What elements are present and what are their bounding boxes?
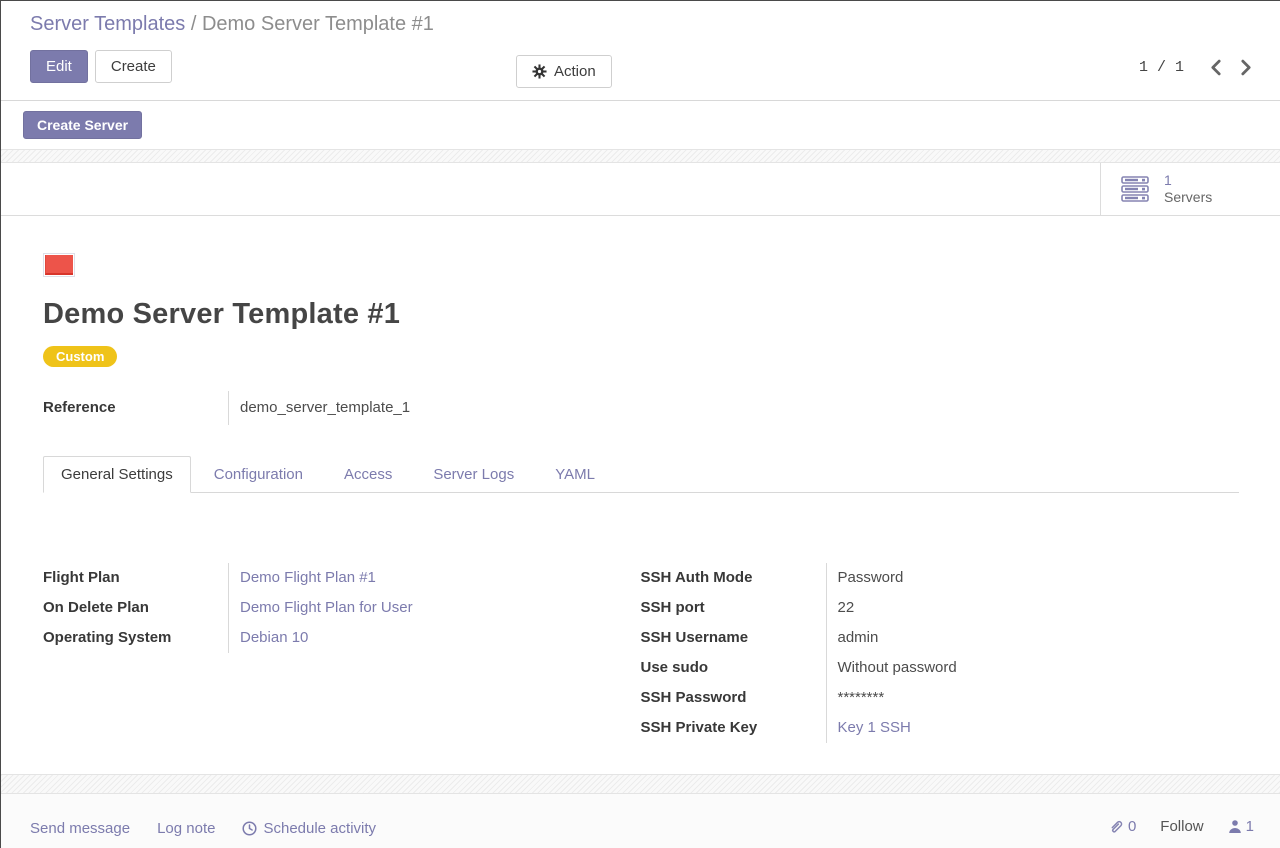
operating-system-value[interactable]: Debian 10 [240,623,413,653]
page-title: Demo Server Template #1 [43,298,1238,331]
button-box: 1 Servers [1,163,1280,216]
on-delete-plan-value[interactable]: Demo Flight Plan for User [240,593,413,623]
reference-field-group: Reference demo_server_template_1 [43,391,1238,425]
schedule-activity-button[interactable]: Schedule activity [242,820,376,837]
create-server-button[interactable]: Create Server [23,111,142,139]
ssh-private-key-label: SSH Private Key [641,713,826,743]
ssh-password-label: SSH Password [641,683,826,713]
flight-plan-label: Flight Plan [43,563,228,593]
gear-icon [532,64,547,79]
ssh-auth-mode-value: Password [838,563,957,593]
attachments-count: 0 [1128,818,1136,835]
ssh-username-label: SSH Username [641,623,826,653]
followers-count: 1 [1246,818,1254,835]
create-button[interactable]: Create [95,50,172,83]
ssh-username-value: admin [838,623,957,653]
tab-general-settings[interactable]: General Settings [43,456,191,493]
tab-yaml[interactable]: YAML [537,456,613,493]
field-separator [228,391,229,425]
send-message-button[interactable]: Send message [30,820,130,837]
background-stripe-bottom [1,774,1280,794]
schedule-activity-label: Schedule activity [263,820,376,837]
action-button-label: Action [554,63,596,80]
servers-stat-button[interactable]: 1 Servers [1100,163,1280,215]
chatter-actions: Send message Log note Schedule activity [30,820,1280,837]
pager: 1 / 1 [1139,59,1252,76]
action-button[interactable]: Action [516,55,612,88]
right-field-group: SSH Auth Mode SSH port SSH Username Use … [641,563,1239,743]
tab-configuration[interactable]: Configuration [196,456,321,493]
use-sudo-label: Use sudo [641,653,826,683]
status-bar: Create Server [1,101,1280,149]
follow-button[interactable]: Follow [1160,818,1203,835]
custom-badge: Custom [43,346,117,367]
pager-value: 1 / 1 [1139,59,1184,76]
left-field-group: Flight Plan On Delete Plan Operating Sys… [43,563,641,653]
paperclip-icon [1108,819,1124,835]
field-separator [826,563,827,743]
ssh-port-value: 22 [838,593,957,623]
action-menu: Action [516,55,612,88]
clock-icon [242,821,257,836]
chatter: Send message Log note Schedule activity … [1,794,1280,848]
reference-label: Reference [43,391,228,425]
followers-button[interactable]: 1 [1228,818,1254,835]
reference-value: demo_server_template_1 [240,391,410,425]
next-icon[interactable] [1240,59,1252,76]
notebook-tabs: General Settings Configuration Access Se… [43,455,1239,493]
app-window: Server Templates / Demo Server Template … [0,0,1280,848]
attachments-button[interactable]: 0 [1108,818,1136,835]
field-separator [228,563,229,653]
breadcrumb-separator: / [191,13,202,35]
ssh-port-label: SSH port [641,593,826,623]
tab-access[interactable]: Access [326,456,410,493]
background-stripe-top [1,149,1280,163]
chatter-right: 0 Follow 1 [1108,818,1254,835]
thumbnail-red-fill [45,255,73,275]
template-image-thumbnail[interactable] [43,253,75,277]
stat-text: 1 Servers [1164,172,1212,206]
stat-value: 1 [1164,172,1212,189]
ssh-private-key-value[interactable]: Key 1 SSH [838,713,957,743]
form-sheet: 1 Servers Demo Server Template #1 Custom… [1,163,1280,774]
breadcrumb: Server Templates / Demo Server Template … [30,13,1280,36]
breadcrumb-current: Demo Server Template #1 [202,13,434,35]
flight-plan-value[interactable]: Demo Flight Plan #1 [240,563,413,593]
stat-label: Servers [1164,189,1212,206]
person-icon [1228,819,1242,834]
tab-server-logs[interactable]: Server Logs [415,456,532,493]
ssh-password-value: ******** [838,683,957,713]
on-delete-plan-label: On Delete Plan [43,593,228,623]
edit-button[interactable]: Edit [30,50,88,83]
ssh-auth-mode-label: SSH Auth Mode [641,563,826,593]
log-note-button[interactable]: Log note [157,820,215,837]
tab-content-general-settings: Flight Plan On Delete Plan Operating Sys… [43,539,1238,743]
control-panel-buttons: Edit Create [30,50,1280,83]
servers-icon [1121,176,1153,203]
control-panel: Server Templates / Demo Server Template … [1,1,1280,101]
breadcrumb-parent-link[interactable]: Server Templates [30,13,185,35]
use-sudo-value: Without password [838,653,957,683]
sheet-body: Demo Server Template #1 Custom Reference… [1,216,1280,743]
operating-system-label: Operating System [43,623,228,653]
prev-icon[interactable] [1210,59,1222,76]
